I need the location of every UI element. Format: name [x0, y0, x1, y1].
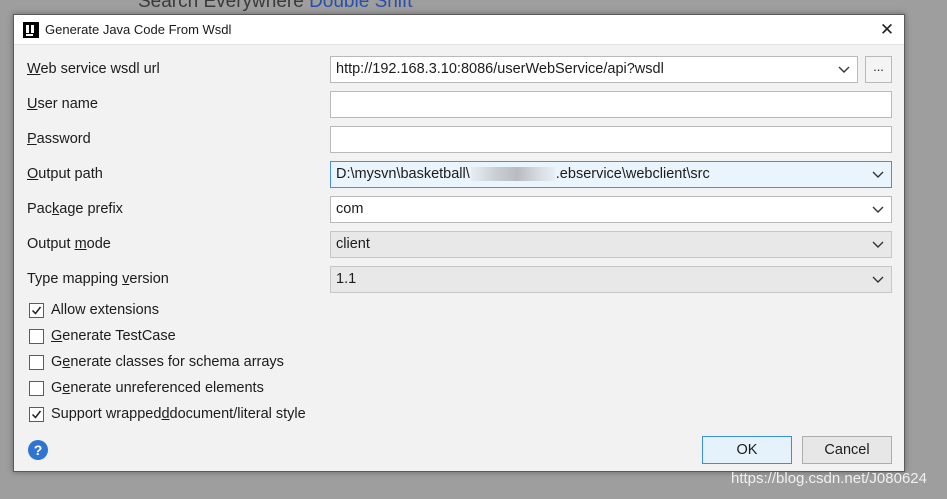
output-path-label-text: utput path — [38, 166, 103, 182]
output-mode-value: client — [336, 236, 370, 252]
checkbox-label: Allow extensions — [51, 302, 159, 318]
output-mode-label-text-a: Output — [27, 236, 75, 252]
ok-button[interactable]: OK — [702, 436, 792, 464]
help-icon[interactable]: ? — [28, 440, 48, 460]
close-button[interactable]: ✕ — [876, 19, 898, 41]
type-mapping-label-text-a: Type mapping — [27, 271, 123, 287]
checkbox-box[interactable] — [29, 354, 44, 370]
dialog-title: Generate Java Code From Wsdl — [45, 22, 232, 37]
password-input[interactable] — [330, 126, 892, 153]
search-everywhere-text: Search Everywhere — [138, 0, 304, 12]
chevron-down-icon[interactable] — [871, 273, 885, 287]
browse-button[interactable]: ... — [865, 56, 892, 83]
output-path-label: Output path — [27, 166, 103, 182]
checkbox-label-part-4b: document/literal style — [169, 406, 306, 422]
checkbox-label-rest-1: enerate TestCase — [62, 328, 176, 344]
package-prefix-value: com — [336, 201, 364, 217]
chevron-down-icon[interactable] — [837, 63, 851, 77]
user-name-input[interactable] — [330, 91, 892, 118]
checkbox-label-part-3a: G — [51, 380, 63, 396]
dialog-titlebar: Generate Java Code From Wsdl ✕ — [14, 15, 904, 45]
checkbox-label: Generate unreferenced elements — [51, 380, 264, 396]
generate-java-code-dialog: Generate Java Code From Wsdl ✕ Web servi… — [13, 14, 905, 472]
output-path-value-prefix: D:\mysvn\basketball\ — [336, 166, 470, 182]
type-mapping-label-text-b: ersion — [129, 271, 169, 287]
type-mapping-version-value: 1.1 — [336, 271, 357, 287]
checkbox-support-wrapped[interactable]: Support wrappedddocument/literal style — [29, 404, 306, 424]
checkbox-label-part-2b: nerate classes for schema arrays — [70, 354, 284, 370]
user-name-label-text: ser name — [37, 96, 98, 112]
checkbox-box[interactable] — [29, 406, 44, 422]
checkbox-box[interactable] — [29, 380, 44, 396]
output-path-value-suffix: .ebservice\webclient\src — [555, 166, 710, 182]
password-label-text: assword — [36, 131, 91, 147]
chevron-down-icon[interactable] — [871, 238, 885, 252]
wsdl-url-label: Web service wsdl url — [27, 61, 160, 77]
cancel-button[interactable]: Cancel — [802, 436, 892, 464]
checkbox-label-part-2a: G — [51, 354, 63, 370]
checkbox-label-part-4a: Support wrapped — [51, 406, 162, 422]
checkbox-label: Generate classes for schema arrays — [51, 354, 284, 370]
wsdl-url-value: http://192.168.3.10:8086/userWebService/… — [336, 61, 664, 77]
checkbox-box[interactable] — [29, 328, 44, 344]
chevron-down-icon[interactable] — [871, 168, 885, 182]
wsdl-url-label-text: eb service wsdl url — [40, 61, 160, 77]
checkbox-generate-schema-arrays[interactable]: Generate classes for schema arrays — [29, 352, 284, 372]
checkbox-generate-testcase[interactable]: Generate TestCase — [29, 326, 176, 346]
redacted-blur — [470, 167, 555, 182]
close-icon: ✕ — [879, 20, 895, 39]
wsdl-url-combobox[interactable]: http://192.168.3.10:8086/userWebService/… — [330, 56, 858, 83]
package-prefix-label-text-a: Pac — [27, 201, 52, 217]
type-mapping-version-label: Type mapping version — [27, 271, 169, 287]
checkbox-label: Generate TestCase — [51, 328, 176, 344]
output-path-combobox[interactable]: D:\mysvn\basketball\ .ebservice\webclient… — [330, 161, 892, 188]
checkbox-label-part-3b: nerate unreferenced elements — [70, 380, 264, 396]
chevron-down-icon[interactable] — [871, 203, 885, 217]
watermark-text: https://blog.csdn.net/J080624 — [731, 470, 927, 487]
checkbox-allow-extensions[interactable]: Allow extensions — [29, 300, 159, 320]
checkbox-box[interactable] — [29, 302, 44, 318]
background-search-hint: Search Everywhere Double Shift — [138, 0, 413, 13]
checkbox-generate-unreferenced[interactable]: Generate unreferenced elements — [29, 378, 264, 398]
output-mode-label: Output mode — [27, 236, 111, 252]
package-prefix-label-text-b: age prefix — [59, 201, 123, 217]
output-mode-select[interactable]: client — [330, 231, 892, 258]
package-prefix-combobox[interactable]: com — [330, 196, 892, 223]
type-mapping-version-select[interactable]: 1.1 — [330, 266, 892, 293]
package-prefix-label: Package prefix — [27, 201, 123, 217]
checkbox-label: Support wrappedddocument/literal style — [51, 406, 306, 422]
output-mode-label-text-b: ode — [86, 236, 111, 252]
password-label: Password — [27, 131, 91, 147]
user-name-label: User name — [27, 96, 98, 112]
double-shift-link: Double Shift — [309, 0, 413, 12]
intellij-app-icon — [23, 21, 39, 38]
